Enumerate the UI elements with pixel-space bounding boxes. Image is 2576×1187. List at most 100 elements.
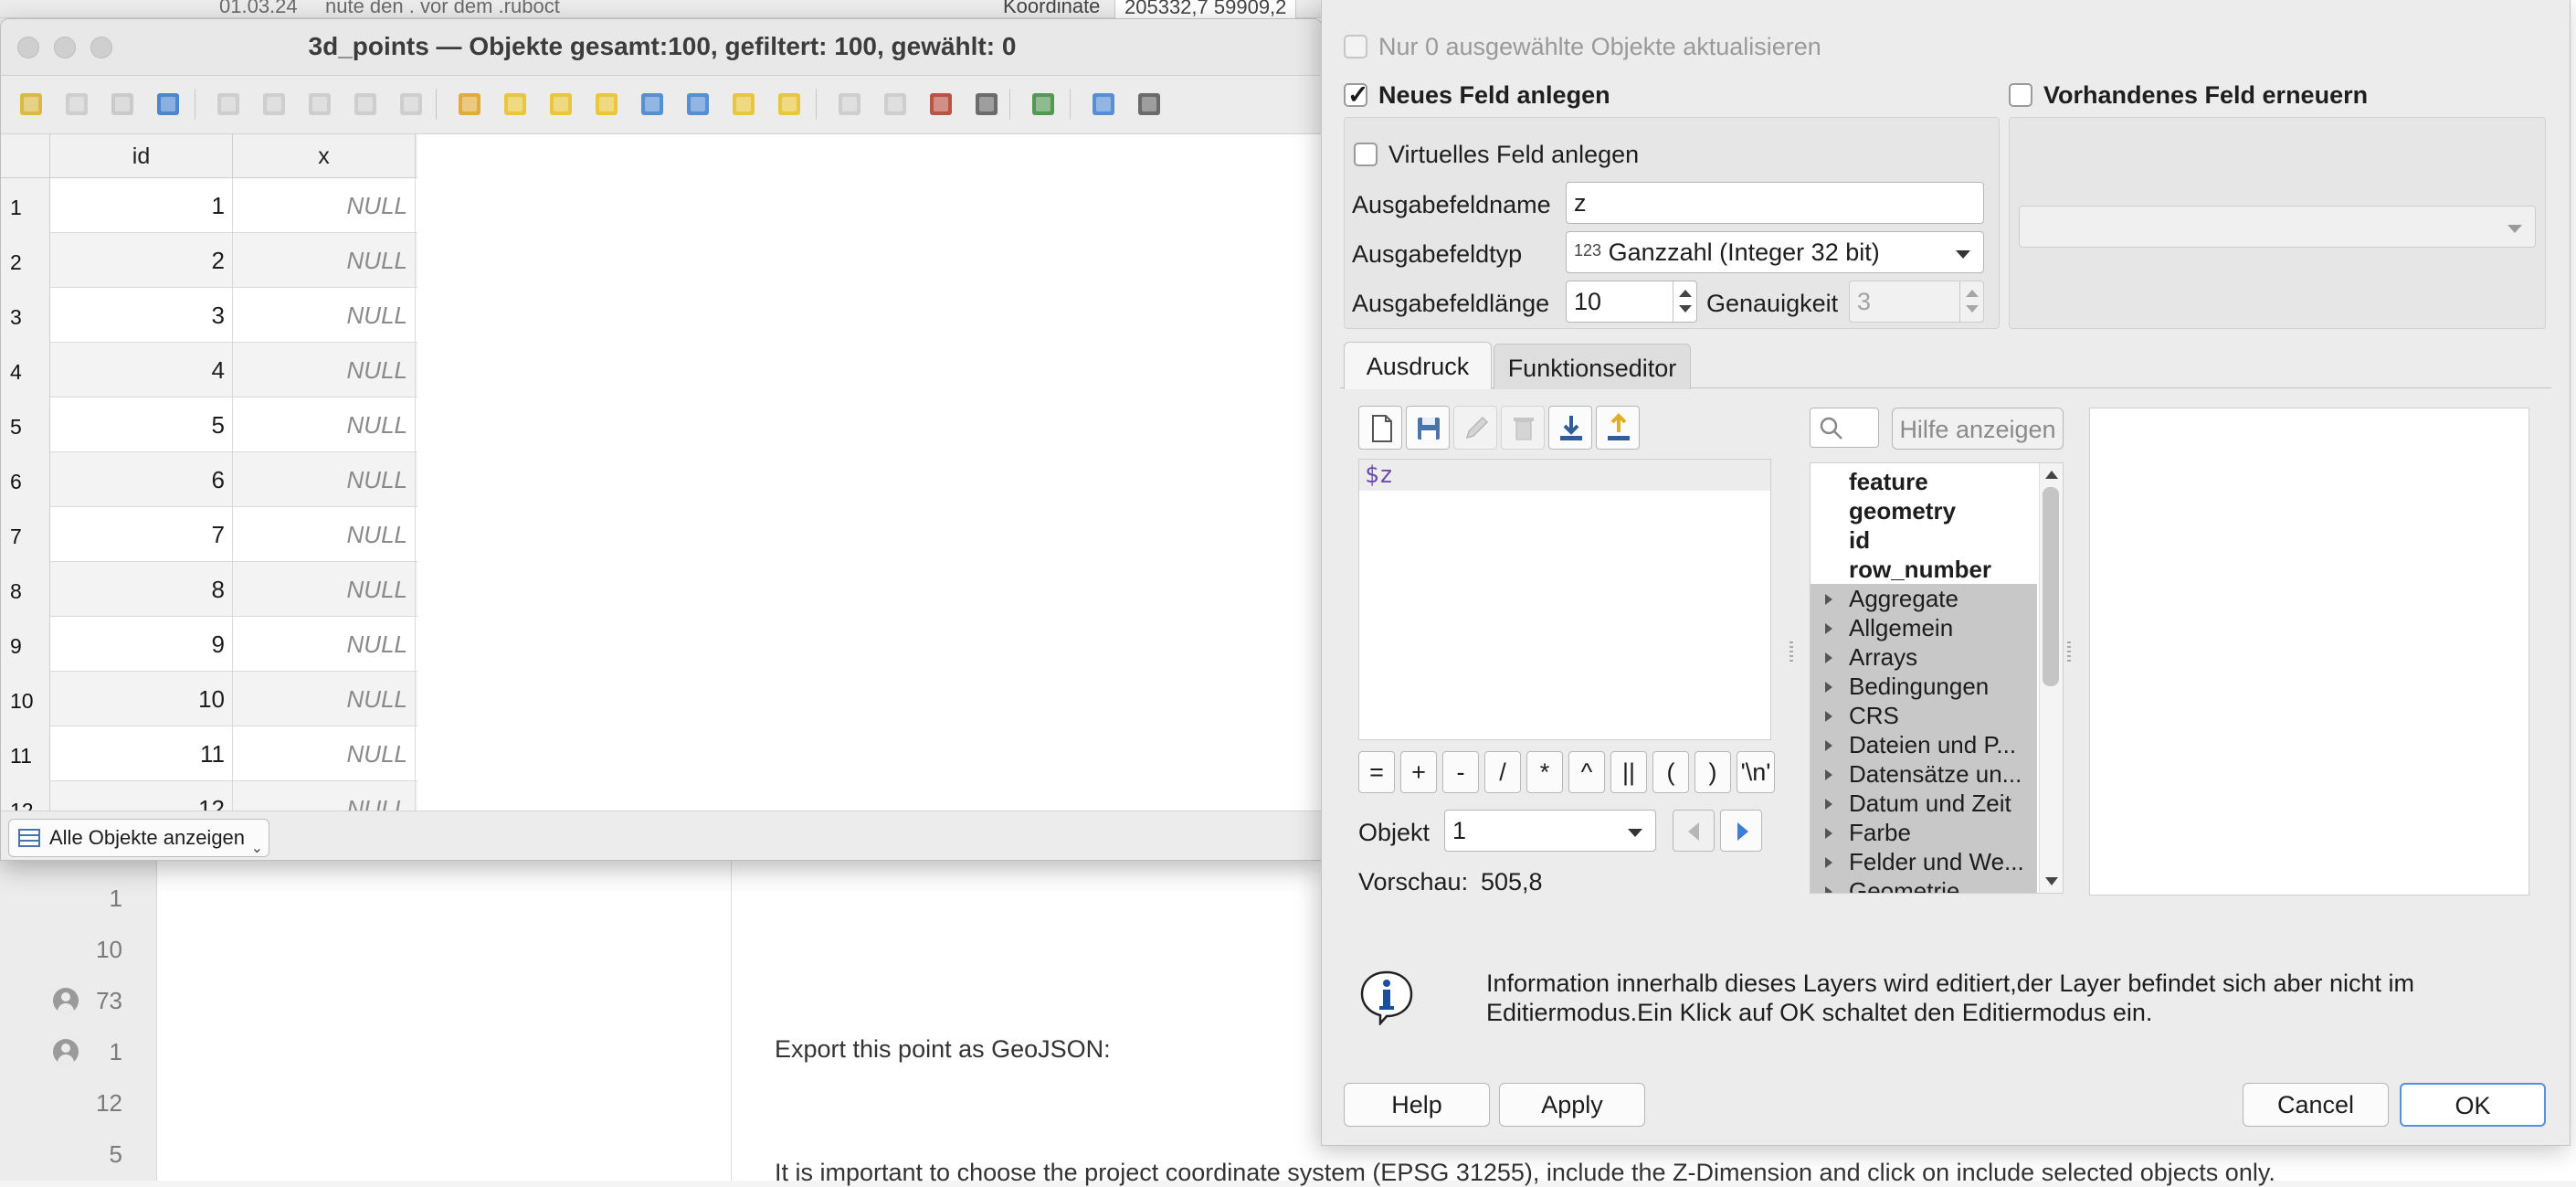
cell-x[interactable]: NULL [233, 617, 416, 672]
precision-spinbox[interactable]: 3 [1849, 281, 1984, 323]
expand-arrow-icon[interactable] [1825, 740, 1832, 751]
show-help-button[interactable]: Hilfe anzeigen [1892, 408, 2064, 450]
operator-button[interactable]: - [1442, 751, 1479, 793]
feature-select[interactable]: 1 [1444, 810, 1656, 852]
move-selection-to-top-icon[interactable] [682, 89, 713, 120]
cell-id[interactable]: 9 [50, 617, 233, 672]
ok-button[interactable]: OK [2400, 1083, 2546, 1127]
expand-arrow-icon[interactable] [1825, 828, 1832, 839]
expand-arrow-icon[interactable] [1825, 769, 1832, 780]
new-field-checkbox[interactable] [1344, 79, 1368, 110]
operator-button[interactable]: ^ [1568, 751, 1605, 793]
expand-arrow-icon[interactable] [1825, 652, 1832, 663]
select-by-expression-icon[interactable] [454, 89, 485, 120]
expand-arrow-icon[interactable] [1825, 711, 1832, 722]
operator-button[interactable]: '\n' [1737, 751, 1775, 793]
table-row[interactable]: 5 5 NULL [1, 397, 417, 452]
function-group[interactable]: Allgemein [1811, 613, 2037, 642]
cell-id[interactable]: 6 [50, 452, 233, 507]
expand-arrow-icon[interactable] [1825, 623, 1832, 634]
cell-x[interactable]: NULL [233, 397, 416, 452]
operator-button[interactable]: / [1484, 751, 1521, 793]
tab-function-editor[interactable]: Funktionseditor [1494, 344, 1691, 389]
operator-button[interactable]: ( [1652, 751, 1689, 793]
table-row[interactable]: 8 8 NULL [1, 562, 417, 617]
operator-button[interactable]: = [1358, 751, 1395, 793]
table-row[interactable]: 3 3 NULL [1, 288, 417, 343]
row-number[interactable]: 4 [1, 343, 50, 397]
function-group[interactable]: Datum und Zeit [1811, 789, 2037, 818]
export-icon[interactable] [1596, 406, 1640, 450]
operator-button[interactable]: ) [1694, 751, 1731, 793]
cell-id[interactable]: 4 [50, 343, 233, 397]
filter-icon[interactable] [637, 89, 668, 120]
row-number[interactable]: 9 [1, 617, 50, 672]
actions-icon[interactable] [1028, 89, 1059, 120]
multi-edit-icon[interactable] [61, 89, 92, 120]
cell-id[interactable]: 5 [50, 397, 233, 452]
virtual-field-checkbox[interactable] [1354, 143, 1378, 166]
row-number[interactable]: 3 [1, 288, 50, 343]
apply-button[interactable]: Apply [1499, 1083, 1645, 1127]
next-feature-button[interactable] [1720, 810, 1762, 852]
new-file-icon[interactable] [1358, 406, 1402, 450]
expand-arrow-icon[interactable] [1825, 682, 1832, 693]
new-field-icon[interactable] [834, 89, 865, 120]
function-search-input[interactable] [1810, 408, 1879, 448]
cell-x[interactable]: NULL [233, 343, 416, 397]
delete-icon[interactable] [1501, 406, 1545, 450]
row-number[interactable]: 10 [1, 672, 50, 726]
function-list-scrollbar[interactable] [2039, 463, 2063, 893]
add-feature-icon[interactable] [213, 89, 244, 120]
row-number[interactable]: 8 [1, 562, 50, 617]
zoom-to-selection-icon[interactable] [774, 89, 805, 120]
cell-x[interactable]: NULL [233, 233, 416, 288]
scroll-up-icon[interactable] [2045, 471, 2058, 479]
cell-x[interactable]: NULL [233, 507, 416, 562]
table-row[interactable]: 6 6 NULL [1, 452, 417, 507]
expand-arrow-icon[interactable] [1825, 594, 1832, 605]
function-group[interactable]: Datensätze un... [1811, 759, 2037, 789]
conditional-formatting-icon[interactable] [971, 89, 1002, 120]
function-list-item[interactable]: feature [1811, 467, 2037, 496]
row-number[interactable]: 2 [1, 233, 50, 288]
paste-icon[interactable] [396, 89, 427, 120]
output-type-select[interactable]: 123 Ganzzahl (Integer 32 bit) [1566, 231, 1984, 273]
function-group[interactable]: Arrays [1811, 642, 2037, 672]
function-list-item[interactable]: geometry [1811, 496, 2037, 525]
cancel-button[interactable]: Cancel [2243, 1083, 2389, 1127]
cell-id[interactable]: 7 [50, 507, 233, 562]
function-list-item[interactable]: id [1811, 525, 2037, 555]
edit-icon[interactable] [1453, 406, 1497, 450]
cut-icon[interactable] [304, 89, 335, 120]
operator-button[interactable]: + [1400, 751, 1437, 793]
table-row[interactable]: 2 2 NULL [1, 233, 417, 288]
invert-selection-icon[interactable] [545, 89, 576, 120]
row-number[interactable]: 6 [1, 452, 50, 507]
delete-feature-icon[interactable] [259, 89, 290, 120]
cell-id[interactable]: 11 [50, 726, 233, 781]
cell-x[interactable]: NULL [233, 672, 416, 726]
select-all-icon[interactable] [500, 89, 531, 120]
previous-feature-button[interactable] [1673, 810, 1715, 852]
table-row[interactable]: 9 9 NULL [1, 617, 417, 672]
cell-x[interactable]: NULL [233, 288, 416, 343]
expand-arrow-icon[interactable] [1825, 857, 1832, 868]
function-group[interactable]: Aggregate [1811, 584, 2037, 613]
output-name-input[interactable]: z [1566, 182, 1984, 224]
only-selected-checkbox[interactable] [1344, 35, 1367, 58]
row-number[interactable]: 11 [1, 726, 50, 781]
corner-header[interactable] [1, 134, 50, 178]
splitter-handle[interactable] [2067, 641, 2071, 663]
cell-id[interactable]: 10 [50, 672, 233, 726]
cell-x[interactable]: NULL [233, 178, 416, 233]
table-row[interactable]: 4 4 NULL [1, 343, 417, 397]
cell-x[interactable]: NULL [233, 452, 416, 507]
cell-x[interactable]: NULL [233, 562, 416, 617]
existing-field-select[interactable] [2019, 206, 2536, 248]
field-calculator-icon[interactable] [925, 89, 956, 120]
expression-editor[interactable]: $z [1358, 459, 1771, 740]
output-length-spinbox[interactable]: 10 [1566, 281, 1697, 323]
row-number[interactable]: 7 [1, 507, 50, 562]
column-header-x[interactable]: x [233, 134, 416, 178]
